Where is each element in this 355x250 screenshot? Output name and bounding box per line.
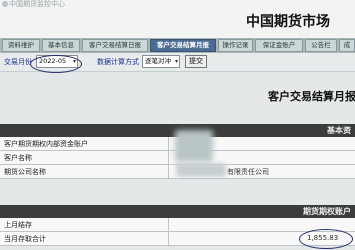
table-row: 上月结存 bbox=[0, 218, 355, 232]
site-title: 中国期货市场 bbox=[246, 14, 330, 30]
submit-button[interactable]: 提交 bbox=[185, 55, 207, 68]
tab-more[interactable]: 成 bbox=[339, 39, 355, 52]
tab-operation-log[interactable]: 操作记录 bbox=[218, 39, 253, 52]
section-header-account: 期货期权账户 bbox=[0, 205, 355, 218]
report-title: 客户交易结算月报 bbox=[268, 90, 355, 103]
row-label: 客户名称 bbox=[4, 154, 32, 162]
calc-mode-label: 数据计算方式 bbox=[97, 58, 139, 66]
calc-mode-select-value: 逐笔对冲 bbox=[145, 57, 171, 65]
row-label: 当月存取合计 bbox=[4, 235, 46, 243]
main-tab-bar: 资料维护 基本信息 客户交易结算日报 客户交易结算月报 操作记录 保证金账户 公… bbox=[0, 38, 355, 53]
calc-mode-select[interactable]: 逐笔对冲 ▾ bbox=[142, 55, 180, 68]
row-label: 客户期货期权内部资金账户 bbox=[4, 140, 88, 148]
redacted-block bbox=[176, 163, 226, 177]
tab-monthly-statement[interactable]: 客户交易结算月报 bbox=[150, 39, 216, 52]
tab-profile[interactable]: 资料维护 bbox=[2, 39, 40, 52]
period-label: 交易月份 bbox=[4, 58, 32, 66]
tab-basic-info[interactable]: 基本信息 bbox=[42, 39, 80, 52]
redacted-block bbox=[175, 130, 213, 162]
chevron-down-icon: ▾ bbox=[174, 58, 178, 65]
row-label: 期货公司名称 bbox=[4, 168, 46, 176]
tab-margin-account[interactable]: 保证金账户 bbox=[255, 39, 303, 52]
row-value: 有限责任公司 bbox=[227, 168, 269, 176]
section-account-title: 期货期权账户 bbox=[303, 207, 351, 216]
section-basic-title: 基本资 bbox=[327, 126, 351, 135]
logo-icon bbox=[2, 1, 8, 7]
site-tagline: 中国期货监控中心 bbox=[9, 0, 65, 8]
handwritten-circle-period bbox=[30, 55, 82, 73]
tab-bulletin[interactable]: 公告栏 bbox=[305, 39, 337, 52]
row-label: 上月结存 bbox=[4, 221, 32, 229]
handwritten-circle-amount bbox=[299, 229, 353, 249]
top-header: 中国期货监控中心 中国期货市场 bbox=[0, 0, 355, 38]
tab-daily-statement[interactable]: 客户交易结算日报 bbox=[82, 39, 148, 52]
